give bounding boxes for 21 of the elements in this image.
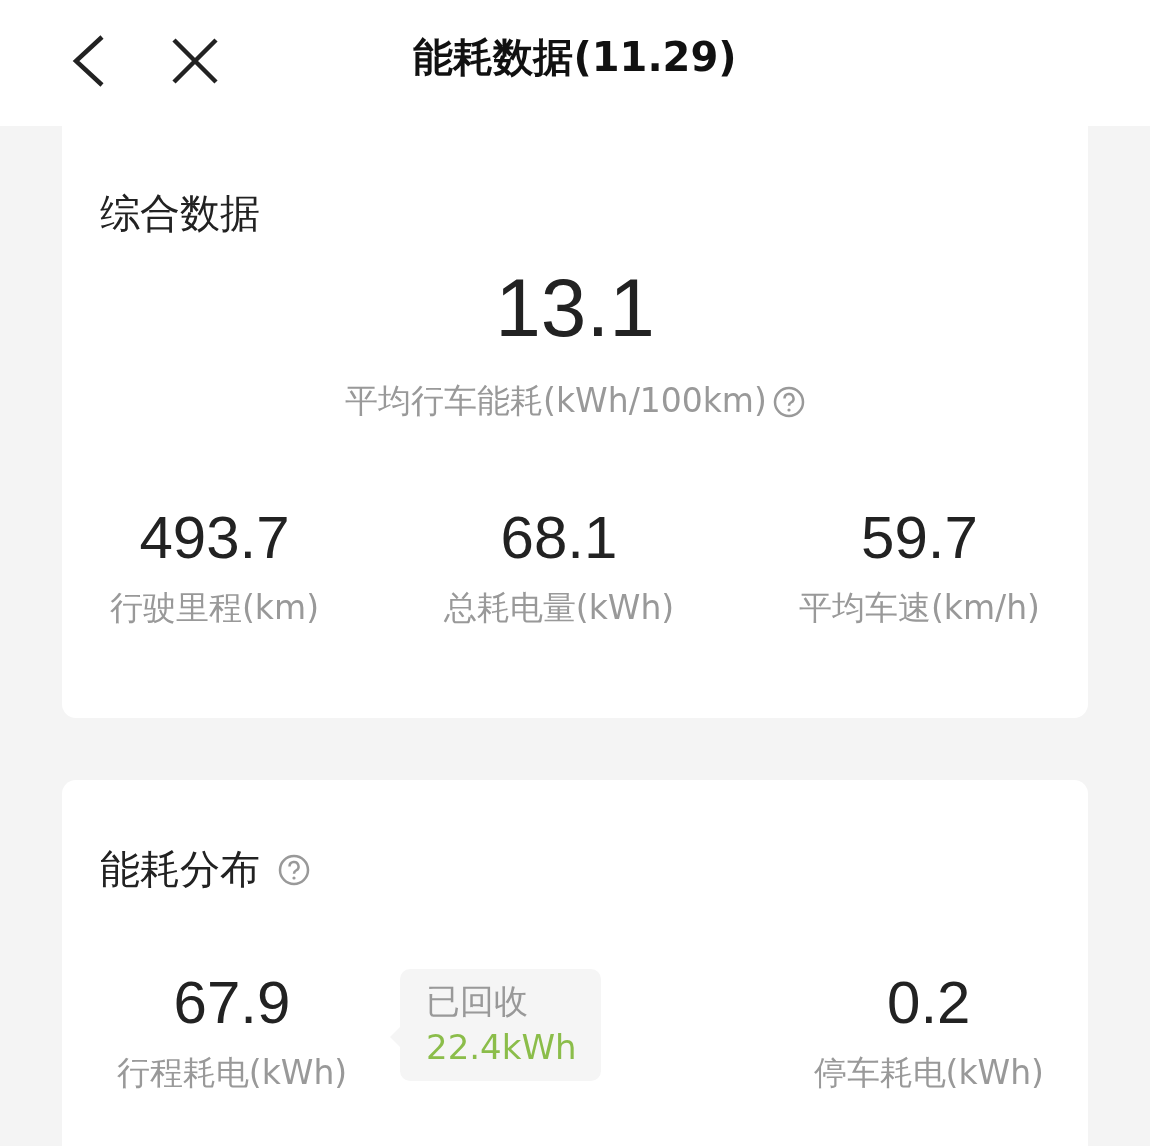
help-icon[interactable] [278,853,310,886]
recovered-value: 22.4kWh [426,1027,577,1067]
section-title: 综合数据 [100,189,260,238]
average-consumption-value: 13.1 [495,267,655,349]
recovered-label: 已回收 [426,980,529,1023]
stat-value: 0.2 [887,973,971,1033]
stat-label: 行驶里程(km) [110,587,319,629]
stat-value: 67.9 [173,973,291,1033]
help-icon[interactable] [772,385,805,418]
stat-label: 行程耗电(kWh) [116,1052,348,1094]
stat-label: 停车耗电(kWh) [813,1052,1044,1094]
stat-value: 493.7 [139,508,290,568]
stat-value: 59.7 [861,508,978,568]
average-consumption-label: 平均行车能耗(kWh/100km) [345,380,767,422]
stat-label: 平均车速(km/h) [798,587,1040,629]
close-icon[interactable] [172,38,218,84]
section-title: 能耗分布 [100,845,260,894]
page-title: 能耗数据(11.29) [413,32,737,82]
stat-label: 总耗电量(kWh) [443,587,675,629]
back-icon[interactable] [72,35,106,87]
stat-value: 68.1 [500,508,618,568]
